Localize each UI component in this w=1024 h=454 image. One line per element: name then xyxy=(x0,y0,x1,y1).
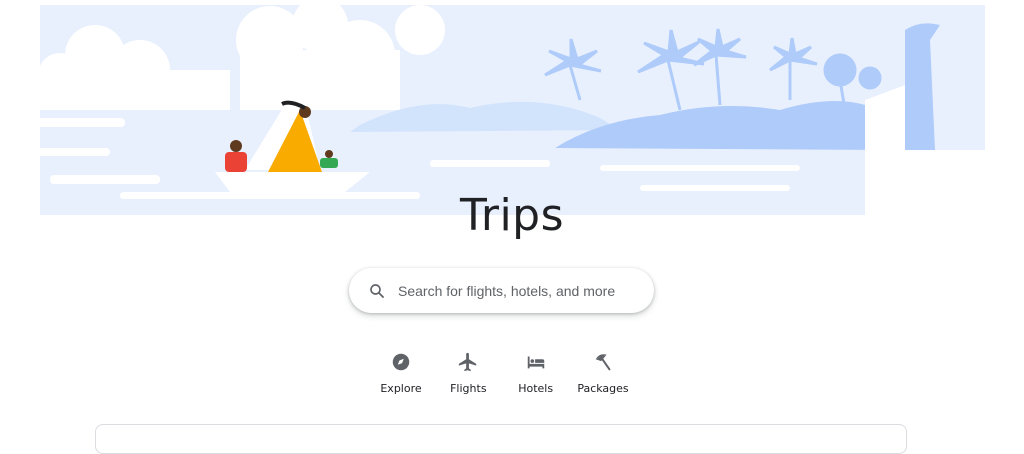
page-title: Trips xyxy=(459,190,565,241)
nav-packages[interactable]: Packages xyxy=(573,348,633,398)
beach-umbrella-icon xyxy=(595,354,611,371)
nav-packages-label: Packages xyxy=(577,382,629,395)
nav-flights[interactable]: Flights xyxy=(438,348,498,398)
nav-hotels-label: Hotels xyxy=(518,382,554,395)
search-icon xyxy=(370,283,384,298)
airplane-icon xyxy=(459,352,477,372)
bed-icon xyxy=(527,356,544,369)
nav-explore[interactable]: Explore xyxy=(371,348,431,398)
nav-hotels[interactable]: Hotels xyxy=(506,348,566,398)
search-input[interactable] xyxy=(396,281,640,300)
compass-icon xyxy=(392,353,410,371)
hero-illustration xyxy=(20,0,985,215)
nav-explore-label: Explore xyxy=(380,382,422,395)
trip-categories-nav: Explore Flights Hotels Packages xyxy=(371,348,633,398)
nav-flights-label: Flights xyxy=(450,382,487,395)
search-box[interactable] xyxy=(349,268,654,313)
